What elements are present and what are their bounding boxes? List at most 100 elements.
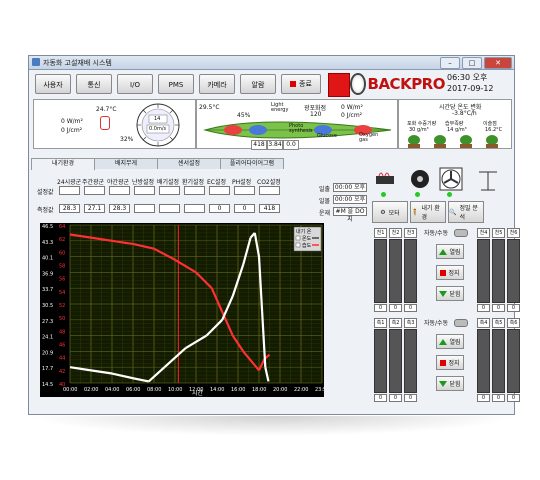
plant-panel: 시간당 온도 변화 -3.8°C/h 포화 수증기량 습부족량 이슬점 30 g…	[398, 99, 512, 149]
setting-header: 환기설정	[182, 179, 205, 186]
setting-header: 난방설정	[132, 179, 155, 186]
tab-bar: 내기환경 배지무게 센서설정 플리어다이어그램	[31, 158, 284, 170]
setpoint-field[interactable]	[59, 186, 80, 195]
operation-label: 운재	[319, 210, 331, 217]
weather-station-icon	[479, 171, 497, 191]
vent-level-bar	[374, 239, 387, 303]
toolbar: 사용자 통신 I/O PMS 카메라 알람 종료	[35, 74, 321, 96]
auto-manual-toggle[interactable]	[454, 229, 468, 237]
y-right-tick: 56	[59, 277, 65, 283]
motor-label: 모터	[388, 209, 400, 217]
stop-button[interactable]: 정지	[436, 355, 464, 370]
control-label: 열림	[449, 339, 461, 346]
close-vent-button[interactable]: 닫힘	[436, 286, 464, 301]
x-axis-label: 시간	[192, 389, 204, 397]
measured-field	[159, 204, 180, 213]
setting-header: PH설정	[232, 179, 252, 186]
control-label: 닫힘	[449, 381, 461, 388]
x-tick: 06:00	[126, 387, 140, 393]
setpoint-field[interactable]	[159, 186, 180, 195]
legend-series-name: 습도	[302, 242, 312, 249]
motor-button[interactable]: ⚙ 모터	[372, 201, 408, 223]
vent-level-bar	[507, 239, 520, 303]
vent-level-bar	[389, 329, 402, 393]
extra-value: 0.0	[283, 140, 299, 150]
solar-value: 0 W/m²	[61, 118, 83, 125]
vent-column-label: 천4	[477, 228, 490, 238]
chart-area: 46.5 43.3 40.1 36.9 33.7 30.5 27.3 24.1 20.9 17.7…	[40, 223, 329, 397]
vent-column-label: 측5	[492, 318, 505, 328]
sunrise-value[interactable]: 00:00 오후	[333, 183, 367, 192]
exit-button[interactable]: 종료	[281, 74, 321, 94]
alarm-button[interactable]: 알람	[240, 74, 276, 94]
close-button[interactable]: ✕	[484, 57, 512, 69]
x-tick: 08:00	[147, 387, 161, 393]
saturation-value: 120	[310, 111, 322, 118]
setpoint-field[interactable]	[184, 186, 205, 195]
comm-button[interactable]: 통신	[76, 74, 112, 94]
setting-header: 배기설정	[157, 179, 180, 186]
y-right-tick: 62	[59, 237, 65, 243]
camera-button[interactable]: 카메라	[199, 74, 235, 94]
analysis-label: 정밀 분석	[459, 205, 478, 221]
clock-date: 2017-09-12	[447, 84, 494, 93]
y-left-tick: 24.1	[42, 335, 53, 341]
dew-point-label: 이슬점	[483, 121, 497, 127]
setpoint-field[interactable]	[109, 186, 130, 195]
title-bar: 자동화 고설재배 시스템 – □ ✕	[29, 56, 514, 70]
setting-header: 주간광군	[82, 179, 105, 186]
exit-label: 종료	[299, 80, 312, 88]
legend-series-name: 온도	[302, 236, 312, 242]
minimize-button[interactable]: –	[440, 57, 460, 69]
pms-button[interactable]: PMS	[158, 74, 194, 94]
vent-level-bar	[492, 239, 505, 303]
y-left-tick: 17.7	[42, 366, 53, 372]
legend-checkbox	[295, 242, 301, 248]
y-right-tick: 52	[59, 303, 65, 309]
setpoint-label: 설정값	[37, 189, 54, 196]
stop-icon	[440, 269, 447, 276]
setpoint-field[interactable]	[209, 186, 230, 195]
search-icon: 🔍	[449, 208, 457, 216]
user-button[interactable]: 사용자	[35, 74, 71, 94]
grill-icon	[376, 172, 394, 184]
setpoint-field[interactable]	[234, 186, 255, 195]
tab-sensor-settings[interactable]: 센서설정	[157, 158, 221, 169]
vent-level-value: 0	[492, 304, 505, 312]
clock-time: 06:30 오후	[447, 73, 488, 82]
y-right-tick: 48	[59, 329, 65, 335]
y-left-tick: 27.3	[42, 319, 53, 325]
sunset-value[interactable]: 00:00 오후	[333, 195, 367, 204]
auto-manual-toggle[interactable]	[454, 319, 468, 327]
y-right-tick: 54	[59, 290, 65, 296]
indoor-env-label: 내기 환경	[421, 205, 440, 221]
photosynthesis-panel: 29.5°C 45% Light energy 광포화점 120 0 W/m² …	[196, 99, 398, 150]
operation-value[interactable]: #M 을 DO 지	[333, 207, 367, 223]
sat-vapor-label: 포화 수증기량	[407, 121, 437, 127]
open-button[interactable]: 열림	[436, 244, 464, 259]
indoor-env-button[interactable]: 🧍 내기 환경	[410, 201, 446, 223]
setpoint-field[interactable]	[134, 186, 155, 195]
y-left-tick: 36.9	[42, 271, 53, 277]
tab-indoor-env[interactable]: 내기환경	[31, 158, 95, 170]
close-vent-button[interactable]: 닫힘	[436, 376, 464, 391]
stop-button[interactable]: 정지	[436, 265, 464, 280]
tab-medium-weight[interactable]: 배지무게	[94, 158, 158, 169]
y-right-tick: 60	[59, 250, 65, 256]
setpoint-field[interactable]	[259, 186, 280, 195]
measured-field: 28.3	[59, 204, 80, 213]
setpoint-field[interactable]	[84, 186, 105, 195]
arrow-down-icon	[439, 380, 448, 387]
open-button[interactable]: 열림	[436, 334, 464, 349]
tab-diagram[interactable]: 플리어다이어그램	[220, 158, 284, 169]
maximize-button[interactable]: □	[462, 57, 482, 69]
legend-title: 내기 온	[296, 228, 312, 235]
io-button[interactable]: I/O	[117, 74, 153, 94]
analysis-button[interactable]: 🔍 정밀 분석	[448, 201, 484, 223]
logo: BACKPRO	[350, 71, 446, 97]
vent-column-label: 측3	[404, 318, 417, 328]
measured-field: 27.1	[84, 204, 105, 213]
emblem-icon	[350, 73, 366, 95]
vent-level-value: 0	[492, 394, 505, 402]
x-tick: 20:00	[273, 387, 287, 393]
